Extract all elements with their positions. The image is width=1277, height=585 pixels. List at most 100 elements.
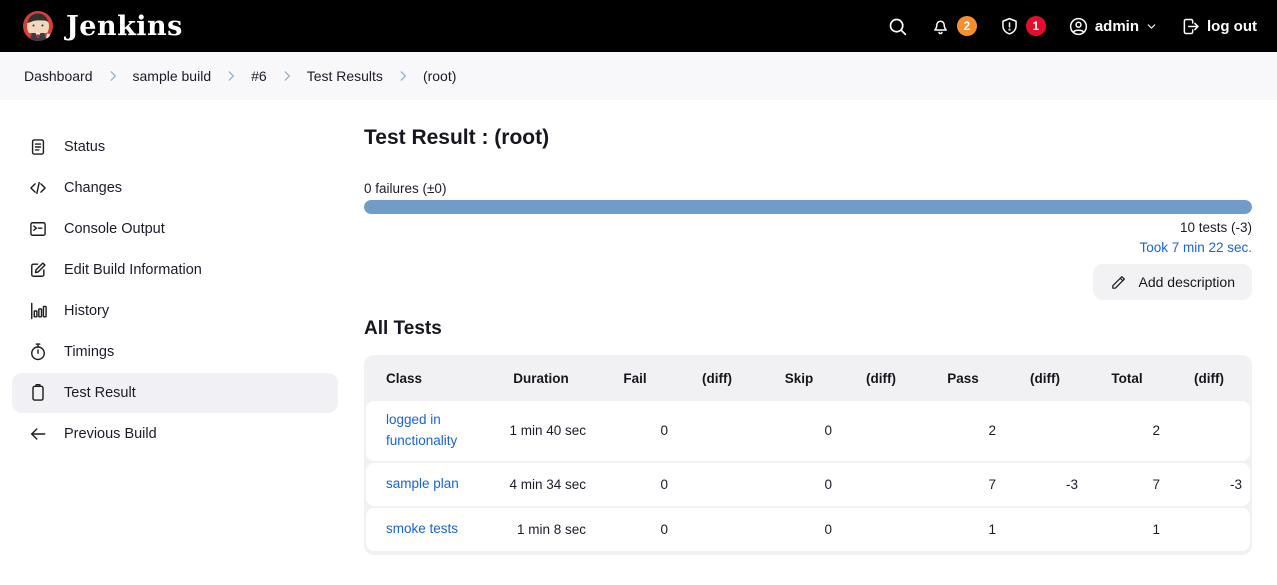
breadcrumb-test-results[interactable]: Test Results [307, 68, 383, 84]
sidebar-item-history[interactable]: History [12, 291, 338, 331]
test-class-link[interactable]: smoke tests [386, 521, 458, 536]
sidebar-item-changes[interactable]: Changes [12, 168, 338, 208]
topbar-actions: 2 1 admin [887, 16, 1257, 37]
cell-fail: 0 [594, 401, 676, 461]
brand-name: Jenkins [66, 11, 183, 42]
test-class-link[interactable]: logged in functionality [386, 412, 457, 448]
main-content: Test Result : (root) 0 failures (±0) 10 … [350, 100, 1277, 585]
table-row: logged in functionality 1 min 40 sec 0 0… [366, 401, 1250, 461]
sidebar-item-status[interactable]: Status [12, 127, 338, 167]
document-icon [28, 137, 48, 157]
sidebar-item-previous-build[interactable]: Previous Build [12, 414, 338, 454]
security-badge: 1 [1026, 16, 1046, 36]
table-row: smoke tests 1 min 8 sec 0 0 1 1 [366, 508, 1250, 551]
column-header-skip-diff[interactable]: (diff) [840, 357, 922, 399]
stopwatch-icon [28, 342, 48, 362]
search-button[interactable] [887, 16, 908, 37]
test-result-bar [364, 200, 1252, 214]
chevron-down-icon [1145, 20, 1158, 33]
breadcrumb-build-number[interactable]: #6 [251, 68, 267, 84]
sidebar-item-label: Status [64, 139, 105, 155]
column-header-total-diff[interactable]: (diff) [1168, 357, 1250, 399]
bar-chart-icon [28, 301, 48, 321]
test-result-bar-fill [364, 200, 1252, 214]
notifications-badge: 2 [957, 16, 977, 36]
cell-skip: 0 [758, 508, 840, 551]
cell-duration: 1 min 40 sec [488, 401, 594, 461]
column-header-duration[interactable]: Duration [488, 357, 594, 399]
chevron-right-icon [106, 69, 120, 83]
add-description-button[interactable]: Add description [1093, 264, 1252, 300]
cell-pass: 2 [922, 401, 1004, 461]
cell-skip-diff [840, 463, 922, 506]
cell-total-diff: -3 [1168, 463, 1250, 506]
jenkins-butler-icon [20, 8, 56, 44]
chevron-right-icon [396, 69, 410, 83]
cell-pass: 7 [922, 463, 1004, 506]
edit-icon [28, 260, 48, 280]
cell-total: 1 [1086, 508, 1168, 551]
chevron-right-icon [224, 69, 238, 83]
sidebar-item-label: Changes [64, 180, 122, 196]
bell-icon [930, 16, 951, 37]
add-description-label: Add description [1138, 274, 1235, 290]
breadcrumb-dashboard[interactable]: Dashboard [24, 68, 93, 84]
terminal-icon [28, 219, 48, 239]
test-class-link[interactable]: sample plan [386, 476, 459, 491]
breadcrumb-root[interactable]: (root) [423, 68, 456, 84]
notifications-button[interactable]: 2 [930, 16, 977, 37]
table-header-row: Class Duration Fail (diff) Skip (diff) P… [366, 357, 1250, 399]
sidebar-item-edit-build-information[interactable]: Edit Build Information [12, 250, 338, 290]
user-name: admin [1095, 18, 1139, 35]
tests-summary: 10 tests (-3) [364, 220, 1252, 235]
cell-pass-diff [1004, 508, 1086, 551]
cell-pass-diff: -3 [1004, 463, 1086, 506]
all-tests-table: Class Duration Fail (diff) Skip (diff) P… [364, 355, 1252, 555]
column-header-fail-diff[interactable]: (diff) [676, 357, 758, 399]
column-header-fail[interactable]: Fail [594, 357, 676, 399]
cell-total-diff [1168, 508, 1250, 551]
failures-summary: 0 failures (±0) [364, 181, 1252, 196]
cell-duration: 4 min 34 sec [488, 463, 594, 506]
sidebar-item-timings[interactable]: Timings [12, 332, 338, 372]
cell-total-diff [1168, 401, 1250, 461]
cell-total: 2 [1086, 401, 1168, 461]
logout-label: log out [1207, 18, 1257, 35]
sidebar-item-test-result[interactable]: Test Result [12, 373, 338, 413]
cell-pass-diff [1004, 401, 1086, 461]
logout-icon [1180, 16, 1201, 37]
security-button[interactable]: 1 [999, 16, 1046, 37]
column-header-class[interactable]: Class [366, 357, 488, 399]
code-icon [28, 178, 48, 198]
cell-total: 7 [1086, 463, 1168, 506]
column-header-total[interactable]: Total [1086, 357, 1168, 399]
all-tests-title: All Tests [364, 318, 1252, 340]
cell-skip: 0 [758, 463, 840, 506]
breadcrumb-job[interactable]: sample build [133, 68, 212, 84]
search-icon [887, 16, 908, 37]
user-menu[interactable]: admin [1068, 16, 1158, 37]
duration-link[interactable]: Took 7 min 22 sec. [364, 240, 1252, 255]
cell-skip-diff [840, 401, 922, 461]
table-row: sample plan 4 min 34 sec 0 0 7 -3 7 -3 [366, 463, 1250, 506]
sidebar-item-label: Test Result [64, 385, 136, 401]
column-header-pass[interactable]: Pass [922, 357, 1004, 399]
cell-pass: 1 [922, 508, 1004, 551]
logout-button[interactable]: log out [1180, 16, 1257, 37]
sidebar-item-label: Previous Build [64, 426, 157, 442]
sidebar-item-label: Timings [64, 344, 114, 360]
cell-duration: 1 min 8 sec [488, 508, 594, 551]
cell-fail: 0 [594, 508, 676, 551]
column-header-skip[interactable]: Skip [758, 357, 840, 399]
sidebar-item-label: Edit Build Information [64, 262, 202, 278]
jenkins-home-link[interactable]: Jenkins [20, 8, 183, 44]
shield-alert-icon [999, 16, 1020, 37]
sidebar-item-console-output[interactable]: Console Output [12, 209, 338, 249]
arrow-left-icon [28, 424, 48, 444]
column-header-pass-diff[interactable]: (diff) [1004, 357, 1086, 399]
cell-fail-diff [676, 508, 758, 551]
clipboard-icon [28, 383, 48, 403]
cell-fail: 0 [594, 463, 676, 506]
sidebar-item-label: Console Output [64, 221, 165, 237]
page-title: Test Result : (root) [364, 126, 1252, 150]
